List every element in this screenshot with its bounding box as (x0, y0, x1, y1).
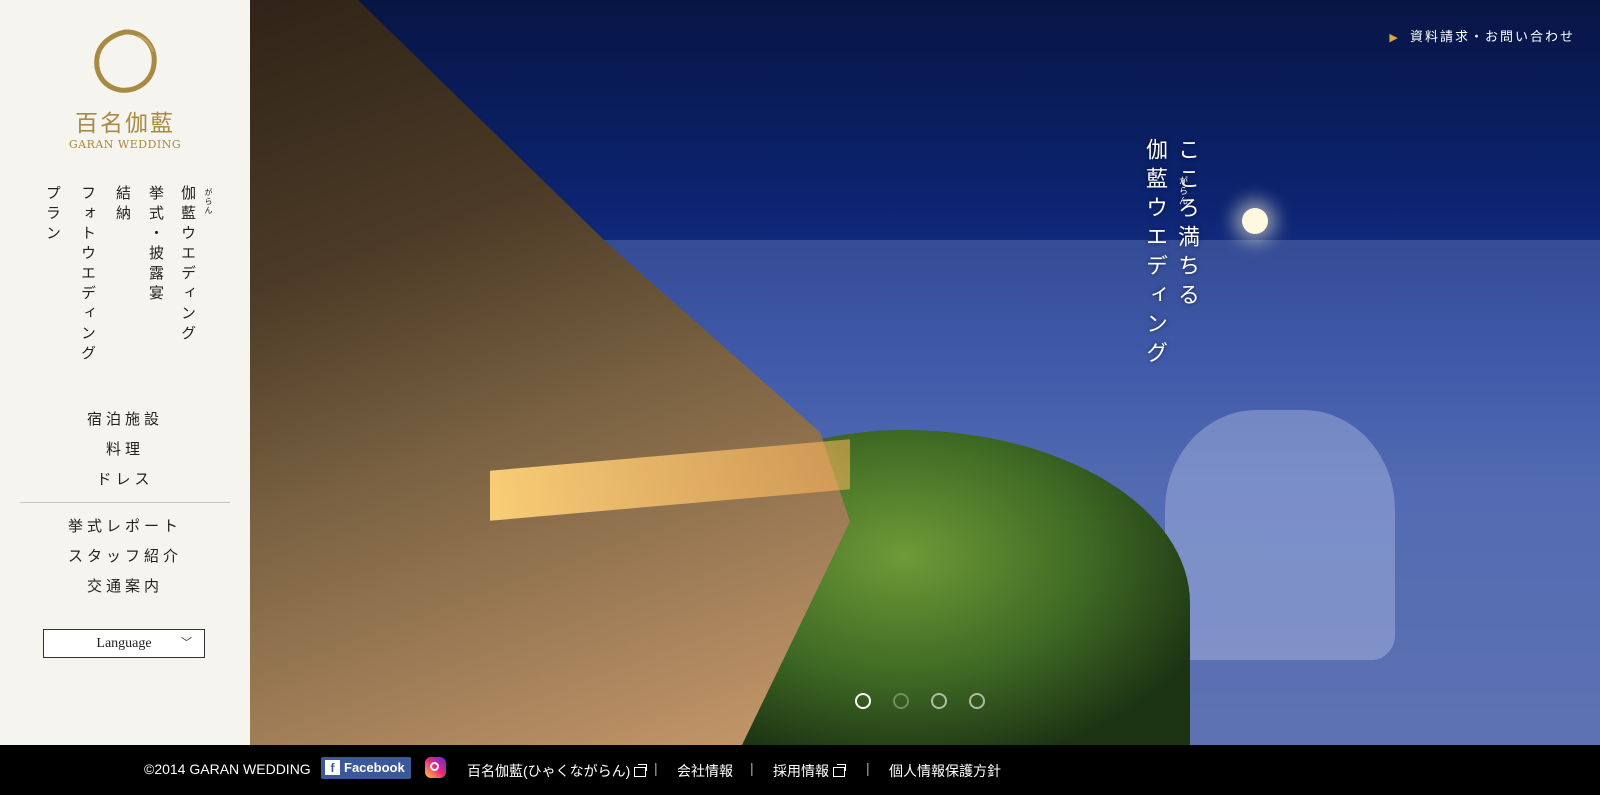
nav-photo-wedding[interactable]: フォトウエディング (79, 185, 97, 365)
nav-ceremony-reception[interactable]: 挙式・披露宴 (147, 185, 165, 305)
instagram-icon[interactable] (425, 757, 446, 778)
nav-label: 結納 (114, 185, 132, 225)
ring-logo-icon (94, 29, 157, 93)
nav-label: 伽藍ウエディング (179, 185, 197, 345)
facebook-icon: f (325, 760, 340, 775)
couple-image (1165, 410, 1395, 660)
nav-label: プラン (44, 185, 62, 245)
hero-ruby: がらん (1177, 176, 1187, 206)
nav-dress[interactable]: ドレス (0, 468, 250, 489)
external-link-icon (833, 764, 846, 778)
nav-label: フォトウエディング (79, 185, 97, 365)
language-label: Language (96, 636, 152, 651)
nav-ruby: がらん (204, 188, 213, 215)
language-select[interactable]: Language ﹀ (43, 629, 205, 658)
contact-link[interactable]: ▶ 資料請求・お問い合わせ (1389, 26, 1575, 45)
logo[interactable]: 百名伽藍 GARAN WEDDING (60, 26, 190, 151)
divider (20, 502, 230, 503)
nav-label: 挙式・披露宴 (147, 185, 165, 305)
contact-label: 資料請求・お問い合わせ (1409, 30, 1575, 45)
sidebar: 百名伽藍 GARAN WEDDING 伽藍ウエディング がらん 挙式・披露宴 結… (0, 0, 250, 745)
nav-accommodation[interactable]: 宿泊施設 (0, 408, 250, 429)
hero-line1: こころ満ちる (1174, 138, 1199, 312)
logo-jp: 百名伽藍 (75, 111, 175, 137)
nav-yuinou[interactable]: 結納 (114, 185, 132, 225)
footer: ©2014 GARAN WEDDING f Facebook 百名伽藍(ひゃくなが… (0, 745, 1600, 795)
separator: | (866, 760, 870, 776)
footer-link-hyakuna-garan[interactable]: 百名伽藍(ひゃくながらん) (467, 761, 648, 781)
footer-link-label: 百名伽藍(ひゃくながらん) (467, 763, 631, 779)
logo-en: GARAN WEDDING (68, 138, 182, 151)
nav-plan[interactable]: プラン (44, 185, 62, 245)
hero-tagline: こころ満ちる 伽藍ウエディング がらん (1138, 138, 1202, 370)
nav-access[interactable]: 交通案内 (0, 575, 250, 596)
triangle-icon: ▶ (1389, 31, 1400, 44)
nav-staff[interactable]: スタッフ紹介 (0, 545, 250, 566)
separator: | (750, 760, 754, 776)
nav-cuisine[interactable]: 料理 (0, 438, 250, 459)
nav-ceremony-report[interactable]: 挙式レポート (0, 515, 250, 536)
carousel-dot[interactable] (969, 693, 985, 709)
carousel-dot[interactable] (931, 693, 947, 709)
separator: | (654, 760, 658, 776)
hero-slideshow: こころ満ちる 伽藍ウエディング がらん ▶ 資料請求・お問い合わせ (250, 0, 1600, 745)
footer-link-company[interactable]: 会社情報 (677, 761, 733, 781)
footer-link-recruit[interactable]: 採用情報 (773, 761, 846, 781)
carousel-dot[interactable] (855, 693, 871, 709)
chevron-down-icon: ﹀ (181, 637, 192, 649)
carousel-dot[interactable] (893, 693, 909, 709)
moon-image (1242, 208, 1268, 234)
copyright: ©2014 GARAN WEDDING (144, 761, 311, 777)
external-link-icon (634, 764, 648, 778)
footer-link-privacy[interactable]: 個人情報保護方針 (889, 761, 1001, 781)
facebook-label: Facebook (344, 760, 405, 775)
facebook-button[interactable]: f Facebook (321, 757, 411, 779)
nav-garan-wedding[interactable]: 伽藍ウエディング (179, 185, 197, 345)
footer-link-label: 採用情報 (773, 763, 829, 779)
hero-line2: 伽藍ウエディング (1142, 138, 1167, 370)
